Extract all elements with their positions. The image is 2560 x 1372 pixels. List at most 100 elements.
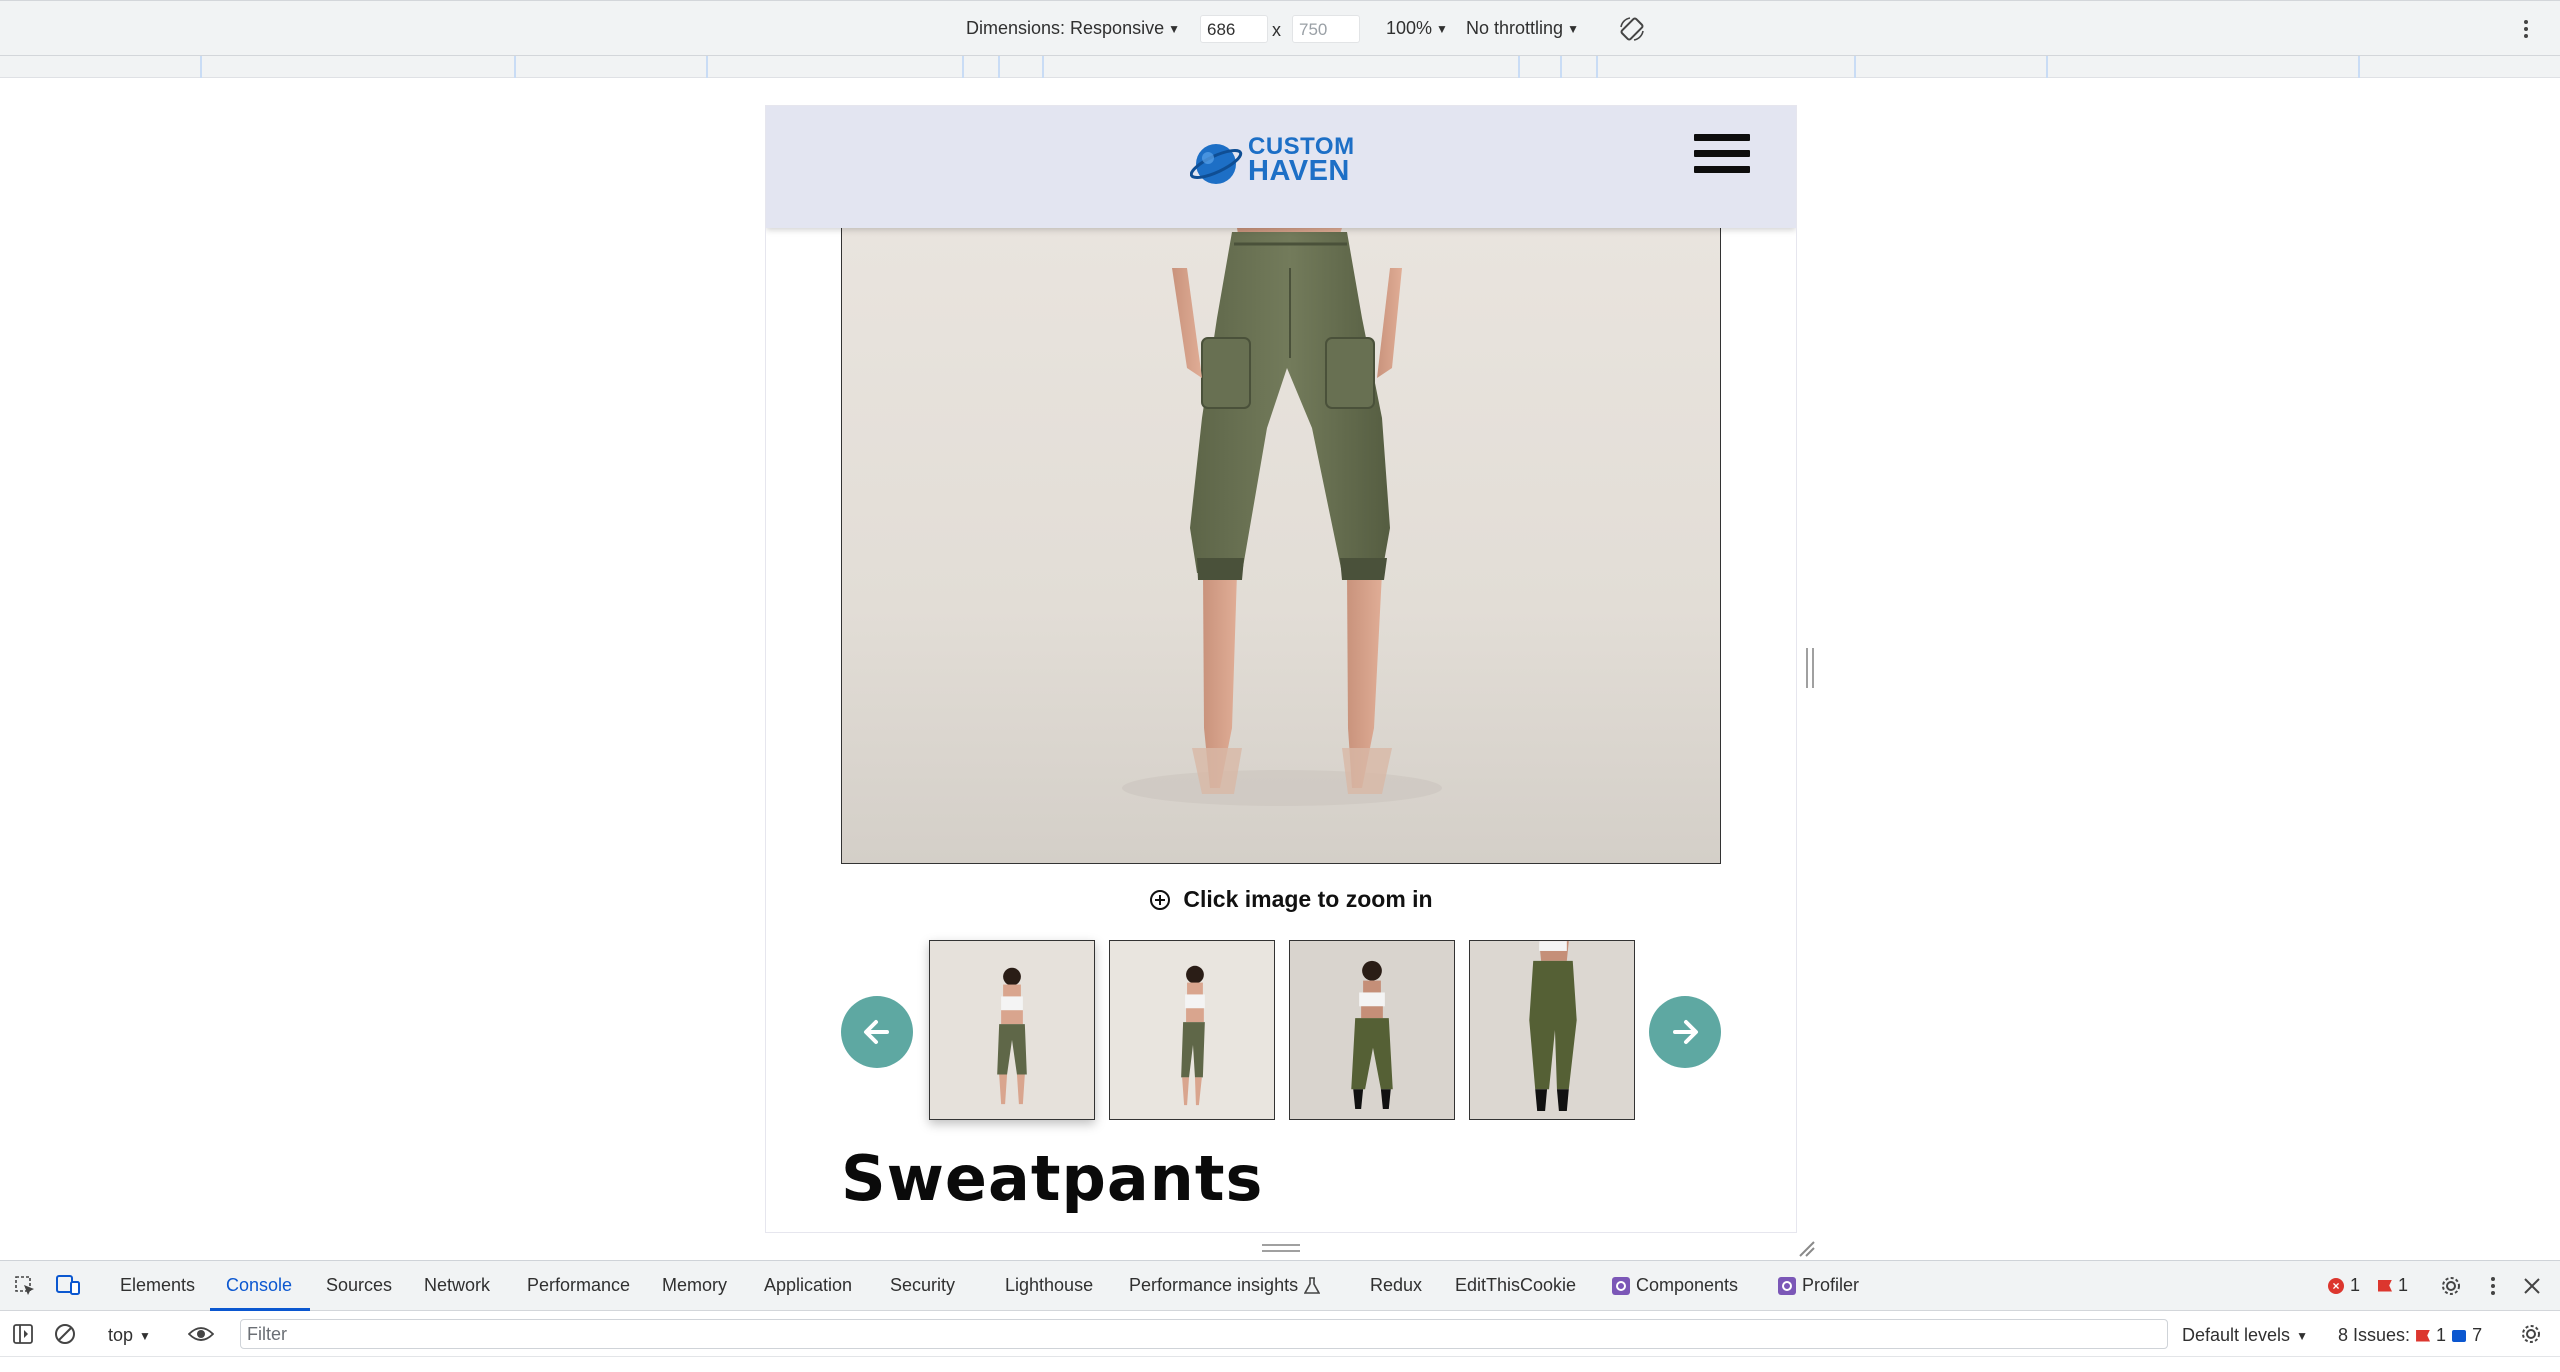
zoom-label: 100% xyxy=(1386,18,1433,38)
ruler-tick[interactable] xyxy=(1854,56,1856,78)
dimensions-dropdown[interactable]: Dimensions: Responsive ▼ xyxy=(966,18,1180,39)
thumbnail-1[interactable] xyxy=(929,940,1095,1120)
caret-down-icon: ▼ xyxy=(1436,21,1448,36)
error-icon: × xyxy=(2328,1277,2344,1294)
logo-line-2: HAVEN xyxy=(1248,155,1350,187)
arrow-right-icon xyxy=(1673,1020,1698,1044)
zoom-hint: Click image to zoom in xyxy=(766,886,1796,913)
thumbnail-carousel xyxy=(766,940,1796,1122)
filter-input[interactable]: Filter xyxy=(240,1319,2168,1349)
throttling-dropdown[interactable]: No throttling ▼ xyxy=(1466,18,1579,39)
context-label: top xyxy=(108,1325,134,1345)
caret-down-icon: ▼ xyxy=(1168,21,1180,36)
zoom-dropdown[interactable]: 100% ▼ xyxy=(1386,18,1448,39)
message-icon xyxy=(2452,1329,2467,1342)
thumbnail-4[interactable] xyxy=(1469,940,1635,1120)
site-logo[interactable]: CUSTOM HAVEN xyxy=(1190,132,1370,192)
product-main-image[interactable] xyxy=(841,228,1721,864)
next-image-button[interactable] xyxy=(1649,996,1721,1068)
viewport: CUSTOM HAVEN Click image to zoom in Swea… xyxy=(0,78,2560,1260)
ruler-tick[interactable] xyxy=(998,56,1000,78)
zoom-in-icon xyxy=(1150,889,1171,910)
resize-handle-right[interactable] xyxy=(1806,648,1814,688)
ruler-tick[interactable] xyxy=(706,56,708,78)
tab-performance[interactable]: Performance xyxy=(527,1275,630,1296)
inspect-element-icon[interactable] xyxy=(14,1275,36,1297)
previous-image-button[interactable] xyxy=(841,996,913,1068)
log-levels-dropdown[interactable]: Default levels ▼ xyxy=(2182,1325,2308,1346)
clear-console-icon[interactable] xyxy=(54,1323,76,1345)
tab-components[interactable]: Components xyxy=(1612,1275,1738,1296)
sidebar-toggle-icon[interactable] xyxy=(12,1323,34,1345)
ruler-tick[interactable] xyxy=(2358,56,2360,78)
resize-corner-icon[interactable] xyxy=(1796,1238,1816,1258)
zoom-hint-text: Click image to zoom in xyxy=(1183,886,1433,912)
ruler-tick[interactable] xyxy=(1560,56,1562,78)
ruler-tick[interactable] xyxy=(1042,56,1044,78)
ruler-tick[interactable] xyxy=(200,56,202,78)
hamburger-menu-icon[interactable] xyxy=(1694,134,1750,178)
error-count: 1 xyxy=(2350,1275,2361,1295)
error-counter[interactable]: × 1 xyxy=(2328,1275,2360,1296)
rotate-icon[interactable] xyxy=(1618,15,1646,43)
tab-elements[interactable]: Elements xyxy=(120,1275,195,1296)
ruler-tick[interactable] xyxy=(2046,56,2048,78)
caret-down-icon: ▼ xyxy=(139,1328,151,1343)
issues-counter[interactable]: 8 Issues: 1 7 xyxy=(2338,1325,2482,1346)
tab-redux[interactable]: Redux xyxy=(1370,1275,1422,1296)
tab-lighthouse[interactable]: Lighthouse xyxy=(1005,1275,1093,1296)
ruler-tick[interactable] xyxy=(514,56,516,78)
thumbnail-photo xyxy=(930,941,1094,1119)
react-icon xyxy=(1612,1276,1630,1295)
height-input[interactable]: 750 xyxy=(1292,15,1360,43)
product-title: Sweatpants xyxy=(841,1142,1264,1215)
tab-memory[interactable]: Memory xyxy=(662,1275,727,1296)
thumbnail-photo xyxy=(1470,941,1634,1119)
ruler-tick[interactable] xyxy=(962,56,964,78)
throttling-label: No throttling xyxy=(1466,18,1564,38)
tab-network[interactable]: Network xyxy=(424,1275,490,1296)
tab-profiler[interactable]: Profiler xyxy=(1778,1275,1859,1296)
issues-error-count: 1 xyxy=(2436,1325,2447,1345)
tab-security[interactable]: Security xyxy=(890,1275,955,1296)
console-toolbar: top ▼ Filter Default levels ▼ 8 Issues: … xyxy=(0,1311,2560,1357)
close-icon[interactable] xyxy=(2522,1276,2542,1296)
flask-icon xyxy=(1304,1276,1321,1294)
ruler-tick[interactable] xyxy=(1596,56,1598,78)
caret-down-icon: ▼ xyxy=(1567,21,1579,36)
issue-flag-counter[interactable]: 1 xyxy=(2378,1275,2408,1296)
flag-icon xyxy=(2378,1279,2392,1292)
ruler-tick[interactable] xyxy=(1518,56,1520,78)
eye-icon[interactable] xyxy=(188,1324,214,1344)
tab-editthiscookie[interactable]: EditThisCookie xyxy=(1455,1275,1576,1296)
thumbnail-2[interactable] xyxy=(1109,940,1275,1120)
more-options-icon[interactable] xyxy=(2488,1275,2498,1297)
tab-application[interactable]: Application xyxy=(764,1275,852,1296)
resize-handle-bottom[interactable] xyxy=(1262,1244,1300,1252)
console-settings-icon[interactable] xyxy=(2520,1323,2542,1345)
caret-down-icon: ▼ xyxy=(2296,1328,2308,1343)
width-input[interactable]: 686 xyxy=(1200,15,1268,43)
thumbnail-photo xyxy=(1290,941,1454,1119)
warning-count: 1 xyxy=(2398,1275,2409,1295)
product-photo xyxy=(1122,228,1442,806)
flag-icon xyxy=(2416,1329,2431,1342)
context-selector[interactable]: top ▼ xyxy=(108,1325,151,1346)
devtools-tabbar: Elements Console Sources Network Perform… xyxy=(0,1261,2560,1311)
thumbnail-photo xyxy=(1110,941,1274,1119)
react-icon xyxy=(1778,1276,1796,1295)
more-options-icon[interactable] xyxy=(2520,15,2532,43)
tab-performance-insights[interactable]: Performance insights xyxy=(1129,1275,1321,1296)
tab-components-label: Components xyxy=(1636,1275,1739,1295)
tab-sources[interactable]: Sources xyxy=(326,1275,392,1296)
media-query-ruler[interactable] xyxy=(0,56,2560,78)
planet-logo-icon xyxy=(1190,144,1243,184)
settings-gear-icon[interactable] xyxy=(2440,1275,2462,1297)
tab-performance-insights-label: Performance insights xyxy=(1129,1275,1299,1295)
log-levels-label: Default levels xyxy=(2182,1325,2291,1345)
dimensions-label: Dimensions: Responsive xyxy=(966,18,1165,38)
issues-info-count: 7 xyxy=(2472,1325,2483,1345)
device-toggle-icon[interactable] xyxy=(56,1274,80,1296)
thumbnail-3[interactable] xyxy=(1289,940,1455,1120)
tab-console[interactable]: Console xyxy=(226,1275,292,1296)
